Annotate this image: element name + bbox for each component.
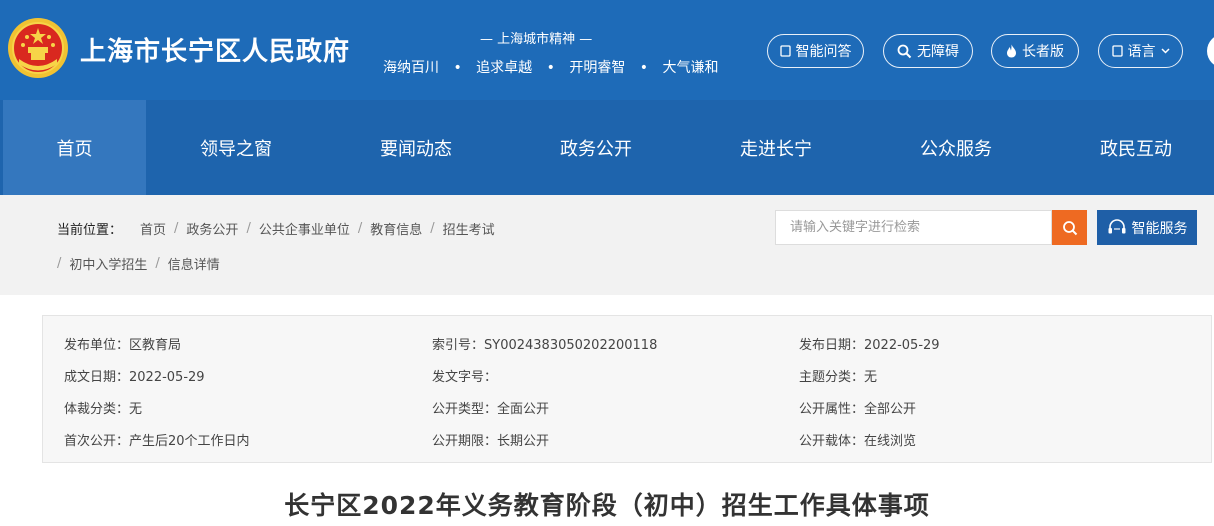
search-button[interactable] (1052, 210, 1087, 245)
meta-publish-date: 发布日期：2022-05-29 (799, 338, 940, 353)
search-icon (897, 44, 912, 59)
search-icon (1062, 220, 1077, 235)
spirit-separator: • (453, 60, 462, 76)
meta-publisher: 发布单位：区教育局 (64, 338, 182, 353)
meta-topic: 主题分类：无 (799, 370, 878, 385)
main-nav: 首页 领导之窗 要闻动态 政务公开 走进长宁 公众服务 政民互动 (0, 100, 1214, 195)
smart-service-button[interactable]: 智能服务 (1097, 210, 1197, 245)
elder-mode-label: 长者版 (1022, 44, 1064, 60)
spirit-value: 大气谦和 (662, 60, 719, 76)
smart-qa-label: 智能问答 (795, 44, 852, 60)
meta-open-type: 公开类型：全面公开 (432, 402, 550, 417)
meta-doc-no: 发文字号： (432, 370, 498, 385)
site-title[interactable]: 上海市长宁区人民政府 (80, 31, 350, 68)
meta-written-date: 成文日期：2022-05-29 (64, 370, 205, 385)
spirit-value: 追求卓越 (476, 60, 533, 76)
nav-item-interaction[interactable]: 政民互动 (1066, 100, 1206, 195)
headset-icon (1108, 218, 1125, 233)
smart-qa-button[interactable]: 智能问答 (767, 34, 864, 68)
breadcrumb-item[interactable]: 信息详情 (168, 254, 220, 273)
breadcrumb-item[interactable]: 首页 (140, 219, 166, 238)
breadcrumb-separator: / (246, 221, 251, 236)
spirit-separator: • (639, 60, 649, 76)
elder-mode-button[interactable]: 长者版 (991, 34, 1079, 68)
meta-genre: 体裁分类：无 (64, 402, 143, 417)
breadcrumb-item[interactable]: 政务公开 (186, 219, 238, 238)
nav-item-gov-affairs[interactable]: 政务公开 (526, 100, 666, 195)
site-header: 上海市长宁区人民政府 — 上海城市精神 — 海纳百川 • 追求卓越 • 开明睿智… (0, 0, 1214, 100)
globe-icon (1111, 45, 1123, 57)
spirit-value: 海纳百川 (383, 60, 439, 76)
national-emblem-icon[interactable] (7, 17, 69, 79)
meta-first-open: 首次公开：产生后20个工作日内 (64, 434, 250, 449)
city-spirit-values: 海纳百川 • 追求卓越 • 开明睿智 • 大气谦和 (383, 57, 719, 77)
nav-item-about-changning[interactable]: 走进长宁 (706, 100, 846, 195)
breadcrumb: 当前位置： 首页 / 政务公开 / 公共企事业单位 / 教育信息 / 招生考试 (57, 219, 495, 238)
breadcrumb-item[interactable]: 招生考试 (443, 219, 495, 238)
article-title: 长宁区2022年义务教育阶段（初中）招生工作具体事项 (284, 491, 930, 520)
meta-open-attr: 公开属性：全部公开 (799, 402, 917, 417)
breadcrumb-continued: / 初中入学招生 / 信息详情 (57, 254, 220, 273)
nav-item-public-service[interactable]: 公众服务 (886, 100, 1026, 195)
nav-item-leaders[interactable]: 领导之窗 (166, 100, 306, 195)
search-input[interactable] (775, 210, 1052, 245)
breadcrumb-label: 当前位置： (57, 223, 123, 238)
accessibility-label: 无障碍 (917, 44, 959, 60)
meta-open-period: 公开期限：长期公开 (432, 434, 550, 449)
breadcrumb-item[interactable]: 教育信息 (370, 219, 422, 238)
breadcrumb-separator: / (155, 256, 160, 271)
breadcrumb-separator: / (174, 221, 179, 236)
flame-icon (1006, 44, 1017, 58)
nav-item-home[interactable]: 首页 (3, 100, 146, 195)
offscreen-header-button[interactable] (1207, 34, 1214, 68)
accessibility-button[interactable]: 无障碍 (883, 34, 973, 68)
breadcrumb-item[interactable]: 公共企事业单位 (259, 219, 350, 238)
breadcrumb-separator: / (357, 221, 363, 236)
breadcrumb-separator: / (57, 256, 62, 271)
language-button[interactable]: 语言 (1098, 34, 1183, 68)
meta-index-no: 索引号：SY0024383050202200118 (432, 338, 658, 353)
spirit-value: 开明睿智 (569, 60, 626, 76)
breadcrumb-item[interactable]: 初中入学招生 (69, 254, 147, 273)
meta-open-carrier: 公开载体：在线浏览 (799, 434, 917, 449)
spirit-separator: • (546, 60, 555, 76)
city-spirit-heading: — 上海城市精神 — (480, 32, 593, 47)
chevron-down-icon (1160, 48, 1170, 54)
document-metadata: 发布单位：区教育局 索引号：SY0024383050202200118 发布日期… (42, 315, 1212, 463)
smart-service-label: 智能服务 (1131, 220, 1188, 237)
nav-item-news[interactable]: 要闻动态 (346, 100, 486, 195)
language-label: 语言 (1127, 44, 1156, 60)
breadcrumb-separator: / (430, 221, 435, 236)
chat-icon (779, 45, 791, 57)
